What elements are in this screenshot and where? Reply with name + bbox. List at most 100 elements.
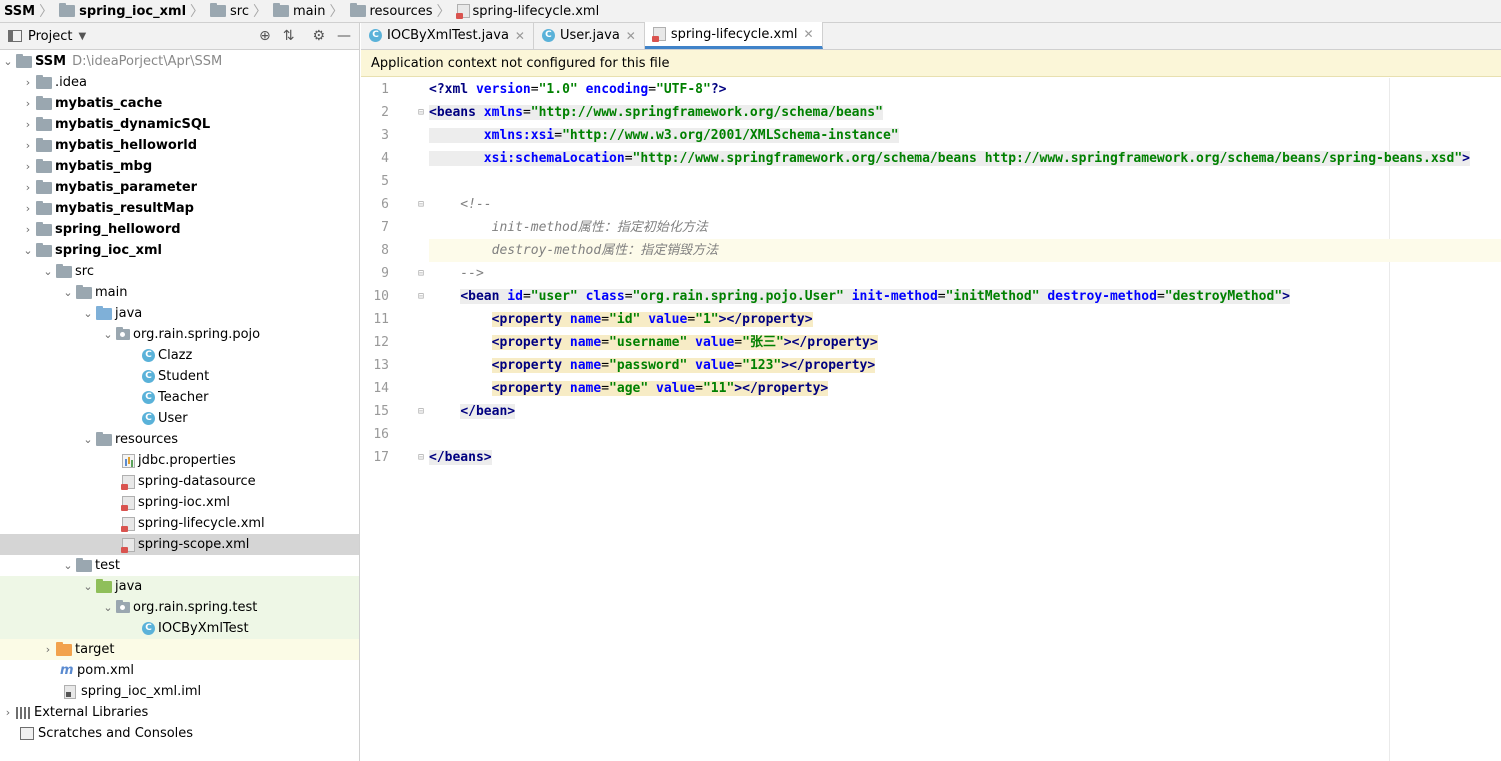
fold-marker-icon[interactable]: ⊟ xyxy=(413,400,429,423)
crosshair-icon[interactable]: ⊕ xyxy=(259,28,271,44)
breadcrumb-item-module[interactable]: spring_ioc_xml xyxy=(55,0,188,22)
tree-item-scratches[interactable]: Scratches and Consoles xyxy=(0,723,359,744)
chevron-down-icon[interactable]: ▼ xyxy=(78,31,86,42)
tree-item-ssm[interactable]: ⌄ SSM D:\ideaPorject\Apr\SSM xyxy=(0,51,359,72)
tree-item-pom[interactable]: m pom.xml xyxy=(0,660,359,681)
breadcrumb-item-ssm[interactable]: SSM xyxy=(0,0,37,22)
fold-marker-icon[interactable]: ⊟ xyxy=(413,446,429,469)
chevron-right-icon[interactable]: › xyxy=(20,160,36,173)
tree-item-module[interactable]: › mybatis_mbg xyxy=(0,156,359,177)
chevron-down-icon[interactable]: ⌄ xyxy=(100,328,116,341)
chevron-down-icon[interactable]: ⌄ xyxy=(80,433,96,446)
fold-marker-icon[interactable]: ⊟ xyxy=(413,262,429,285)
close-icon[interactable]: ✕ xyxy=(804,27,814,41)
fold-marker-icon[interactable]: ⊟ xyxy=(413,101,429,124)
tree-item-class[interactable]: C Teacher xyxy=(0,387,359,408)
tree-item-module[interactable]: › mybatis_dynamicSQL xyxy=(0,114,359,135)
tree-item-test-java[interactable]: ⌄ java xyxy=(0,576,359,597)
chevron-right-icon[interactable]: › xyxy=(0,706,16,719)
tree-item-module[interactable]: ⌄ spring_ioc_xml xyxy=(0,240,359,261)
tree-item-idea[interactable]: › .idea xyxy=(0,72,359,93)
fold-marker-icon[interactable]: ⊟ xyxy=(413,193,429,216)
tree-item-class[interactable]: C Clazz xyxy=(0,345,359,366)
breadcrumb-separator: 〉 xyxy=(39,4,54,20)
tree-item-file[interactable]: spring-ioc.xml xyxy=(0,492,359,513)
chevron-right-icon[interactable]: › xyxy=(40,643,56,656)
chevron-down-icon[interactable]: ⌄ xyxy=(0,55,16,68)
breadcrumb-item-src[interactable]: src xyxy=(206,0,251,22)
tree-item-test[interactable]: ⌄ test xyxy=(0,555,359,576)
tree-item-module[interactable]: › spring_helloword xyxy=(0,219,359,240)
folder-icon xyxy=(210,3,227,17)
code-line-10: <bean id="user" class="org.rain.spring.p… xyxy=(460,289,1290,304)
code-line-9: --> xyxy=(429,266,484,281)
chevron-down-icon[interactable]: ⌄ xyxy=(80,580,96,593)
editor-tabs: C IOCByXmlTest.java ✕ C User.java ✕ spring-l… xyxy=(361,22,1501,50)
tab-iocbyxmltest[interactable]: C IOCByXmlTest.java ✕ xyxy=(361,22,534,49)
resources-folder-icon xyxy=(349,3,366,17)
code-line-11: <property name="id" value="1"></property… xyxy=(491,312,813,327)
package-icon xyxy=(116,600,130,613)
chevron-right-icon[interactable]: › xyxy=(20,202,36,215)
tree-item-target[interactable]: › target xyxy=(0,639,359,660)
close-icon[interactable]: ✕ xyxy=(626,29,636,43)
tree-item-module[interactable]: › mybatis_cache xyxy=(0,93,359,114)
breadcrumb-item-main[interactable]: main xyxy=(269,0,327,22)
test-class-icon: C xyxy=(142,622,155,635)
chevron-down-icon[interactable]: ⌄ xyxy=(40,265,56,278)
chevron-down-icon[interactable]: ⌄ xyxy=(20,244,36,257)
project-view-selector[interactable]: Project xyxy=(28,29,72,44)
chevron-right-icon[interactable]: › xyxy=(20,139,36,152)
tab-spring-lifecycle[interactable]: spring-lifecycle.xml ✕ xyxy=(644,22,823,49)
folder-icon xyxy=(76,557,92,572)
code-editor[interactable]: 1 2 3 4 5 6 7 8 9 10 11 12 13 14 15 16 1… xyxy=(361,78,1501,761)
chevron-down-icon[interactable]: ⌄ xyxy=(100,601,116,614)
tab-user[interactable]: C User.java ✕ xyxy=(534,22,645,49)
line-number: 13 xyxy=(373,358,389,373)
tree-item-file[interactable]: jdbc.properties xyxy=(0,450,359,471)
tree-item-file[interactable]: spring-lifecycle.xml xyxy=(0,513,359,534)
tree-item-external-libraries[interactable]: › External Libraries xyxy=(0,702,359,723)
tree-item-package[interactable]: ⌄ org.rain.spring.test xyxy=(0,597,359,618)
chevron-right-icon[interactable]: › xyxy=(20,223,36,236)
line-number: 15 xyxy=(373,404,389,419)
folder-icon xyxy=(36,74,52,89)
tree-item-resources[interactable]: ⌄ resources xyxy=(0,429,359,450)
chevron-right-icon[interactable]: › xyxy=(20,97,36,110)
chevron-right-icon[interactable]: › xyxy=(20,181,36,194)
tree-item-module[interactable]: › mybatis_helloworld xyxy=(0,135,359,156)
breadcrumb-separator: 〉 xyxy=(329,4,344,20)
excluded-folder-icon xyxy=(56,641,72,656)
tree-item-iml[interactable]: spring_ioc_xml.iml xyxy=(0,681,359,702)
code-line-14: <property name="age" value="11"></proper… xyxy=(491,381,829,396)
tree-item-module[interactable]: › mybatis_parameter xyxy=(0,177,359,198)
tree-item-file[interactable]: spring-datasource xyxy=(0,471,359,492)
line-number: 16 xyxy=(373,427,389,442)
chevron-down-icon[interactable]: ⌄ xyxy=(60,286,76,299)
tree-item-main[interactable]: ⌄ main xyxy=(0,282,359,303)
tree-item-class[interactable]: C User xyxy=(0,408,359,429)
chevron-right-icon[interactable]: › xyxy=(20,118,36,131)
close-icon[interactable]: ✕ xyxy=(515,29,525,43)
tree-item-module[interactable]: › mybatis_resultMap xyxy=(0,198,359,219)
breadcrumb-item-file[interactable]: spring-lifecycle.xml xyxy=(453,0,602,22)
tree-item-java[interactable]: ⌄ java xyxy=(0,303,359,324)
tree-item-file-selected[interactable]: spring-scope.xml xyxy=(0,534,359,555)
breadcrumb-item-resources[interactable]: resources xyxy=(346,0,435,22)
chevron-right-icon[interactable]: › xyxy=(20,76,36,89)
line-number: 17 xyxy=(373,450,389,465)
project-icon xyxy=(8,30,22,42)
tree-item-test-class[interactable]: C IOCByXmlTest xyxy=(0,618,359,639)
tree-item-src[interactable]: ⌄ src xyxy=(0,261,359,282)
code-line-8-current: destroy-method属性：指定销毁方法 xyxy=(429,239,1501,262)
breadcrumb: SSM 〉 spring_ioc_xml 〉 src 〉 main 〉 reso… xyxy=(0,0,1501,23)
minimize-icon[interactable]: — xyxy=(337,28,351,44)
tree-item-class[interactable]: C Student xyxy=(0,366,359,387)
fold-marker-icon[interactable]: ⊟ xyxy=(413,285,429,308)
gear-icon[interactable]: ⚙ xyxy=(312,28,325,44)
collapse-all-icon[interactable]: ⇅ xyxy=(283,28,295,44)
chevron-down-icon[interactable]: ⌄ xyxy=(60,559,76,572)
chevron-down-icon[interactable]: ⌄ xyxy=(80,307,96,320)
tree-item-package[interactable]: ⌄ org.rain.spring.pojo xyxy=(0,324,359,345)
